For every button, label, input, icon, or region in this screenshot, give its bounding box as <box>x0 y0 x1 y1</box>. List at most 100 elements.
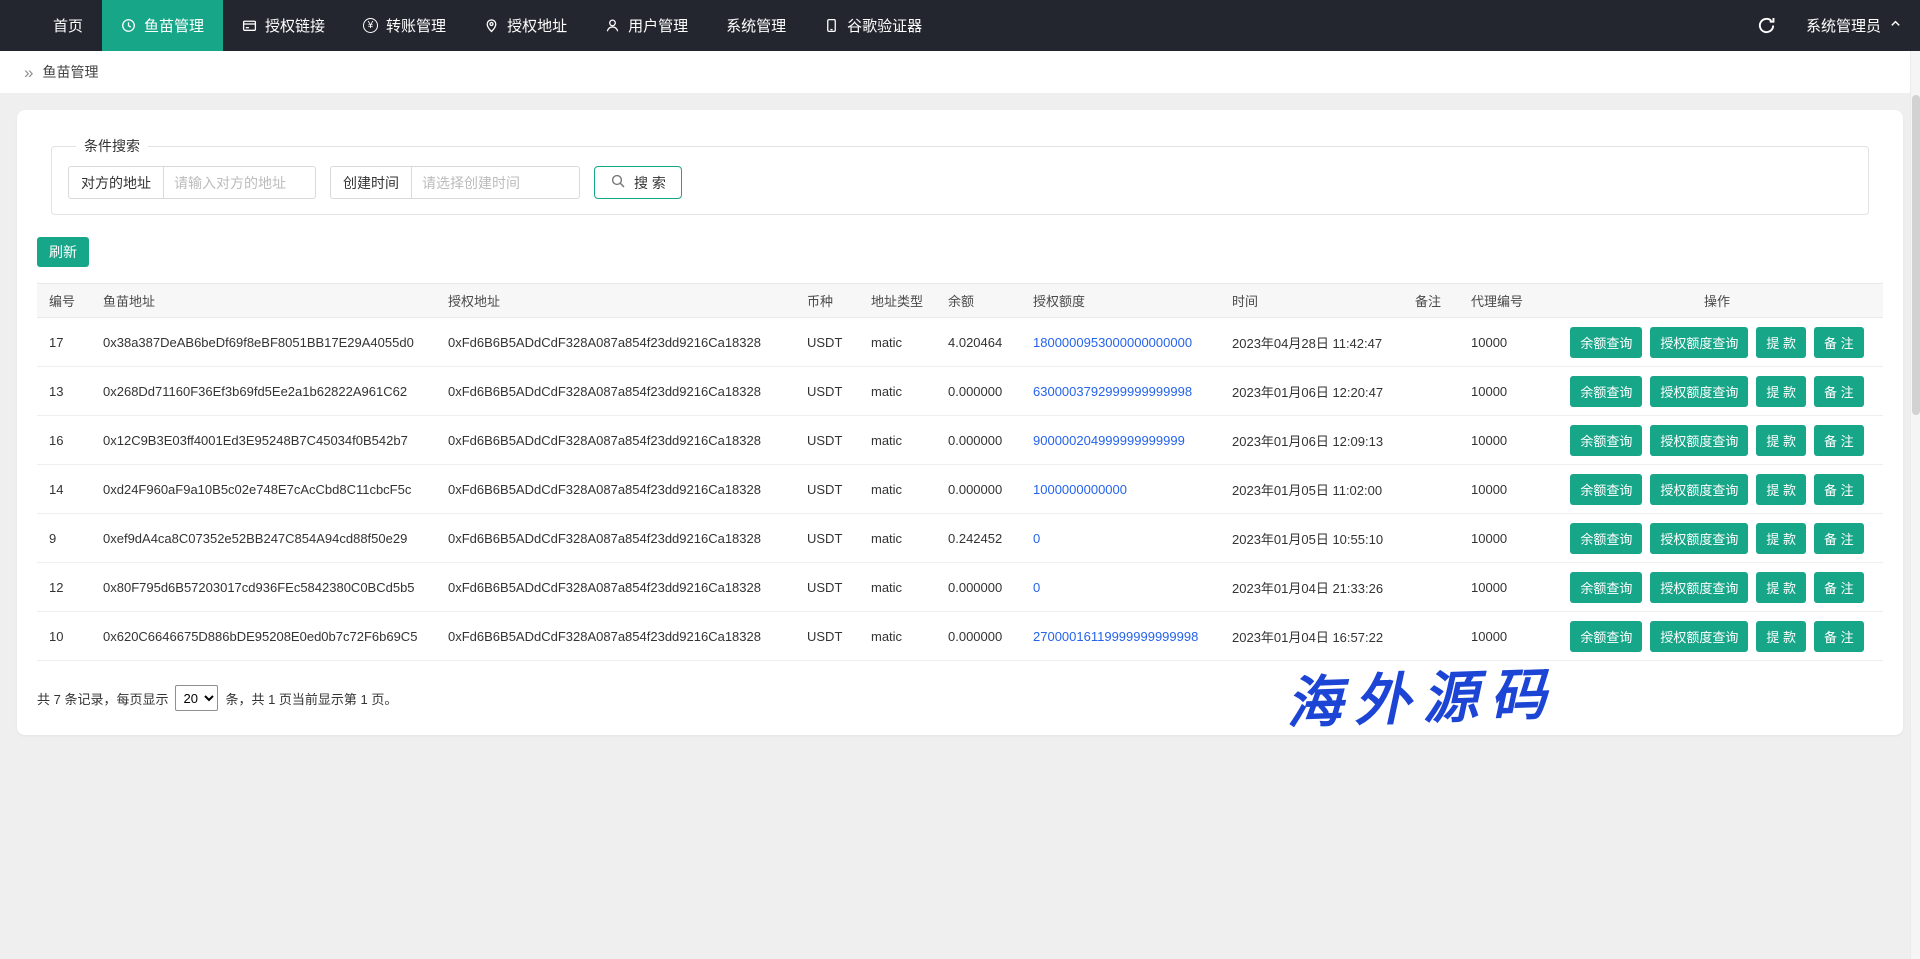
cell-agent_no: 10000 <box>1459 563 1551 612</box>
nav-item-label: 授权链接 <box>265 15 325 36</box>
cell-currency: USDT <box>795 367 859 416</box>
quota-link[interactable]: 0 <box>1033 580 1040 595</box>
nav-item-system-management[interactable]: 系统管理 <box>707 0 805 51</box>
withdraw-button[interactable]: 提 款 <box>1756 572 1806 603</box>
nav-item-auth-link[interactable]: 授权链接 <box>223 0 344 51</box>
quota-link[interactable]: 1800000953000000000000 <box>1033 335 1192 350</box>
quota-query-button[interactable]: 授权额度查询 <box>1650 572 1748 603</box>
balance-query-button[interactable]: 余额查询 <box>1570 327 1642 358</box>
withdraw-button[interactable]: 提 款 <box>1756 621 1806 652</box>
cell-auth_address: 0xFd6B6B5ADdCdF328A087a854f23dd9216Ca183… <box>436 465 795 514</box>
cell-currency: USDT <box>795 514 859 563</box>
cell-auth_address: 0xFd6B6B5ADdCdF328A087a854f23dd9216Ca183… <box>436 612 795 661</box>
table-row: 170x38a387DeAB6beDf69f8eBF8051BB17E29A40… <box>37 318 1883 367</box>
create-time-input[interactable] <box>412 166 580 199</box>
quota-link[interactable]: 1000000000000 <box>1033 482 1127 497</box>
remark-button[interactable]: 备 注 <box>1814 621 1864 652</box>
nav-item-user-management[interactable]: 用户管理 <box>586 0 707 51</box>
remark-button[interactable]: 备 注 <box>1814 572 1864 603</box>
cell-addr_type: matic <box>859 514 936 563</box>
cell-auth_address: 0xFd6B6B5ADdCdF328A087a854f23dd9216Ca183… <box>436 318 795 367</box>
cell-address: 0x80F795d6B57203017cd936FEc5842380C0BCd5… <box>91 563 436 612</box>
search-icon <box>610 173 626 192</box>
remark-button[interactable]: 备 注 <box>1814 425 1864 456</box>
cell-balance: 0.000000 <box>936 612 1021 661</box>
table-row: 140xd24F960aF9a10B5c02e748E7cAcCbd8C11cb… <box>37 465 1883 514</box>
cell-id: 12 <box>37 563 91 612</box>
page-size-select[interactable]: 20 <box>175 685 218 711</box>
quota-link[interactable]: 6300003792999999999998 <box>1033 384 1192 399</box>
quota-link[interactable]: 900000204999999999999 <box>1033 433 1185 448</box>
navbar-right: 系统管理员 <box>1757 0 1902 51</box>
nav-item-home[interactable]: 首页 <box>34 0 102 51</box>
remark-button[interactable]: 备 注 <box>1814 327 1864 358</box>
cell-address: 0x620C6646675D886bDE95208E0ed0b7c72F6b69… <box>91 612 436 661</box>
balance-query-button[interactable]: 余额查询 <box>1570 474 1642 505</box>
balance-query-button[interactable]: 余额查询 <box>1570 376 1642 407</box>
cell-address: 0x268Dd71160F36Ef3b69fd5Ee2a1b62822A961C… <box>91 367 436 416</box>
search-button[interactable]: 搜 索 <box>594 166 682 199</box>
nav-item-label: 授权地址 <box>507 15 567 36</box>
remark-button[interactable]: 备 注 <box>1814 474 1864 505</box>
quota-query-button[interactable]: 授权额度查询 <box>1650 376 1748 407</box>
remark-button[interactable]: 备 注 <box>1814 376 1864 407</box>
cell-agent_no: 10000 <box>1459 416 1551 465</box>
cell-id: 17 <box>37 318 91 367</box>
cell-quota: 6300003792999999999998 <box>1021 367 1220 416</box>
address-label: 对方的地址 <box>68 166 164 199</box>
balance-query-button[interactable]: 余额查询 <box>1570 425 1642 456</box>
cell-balance: 0.000000 <box>936 416 1021 465</box>
cell-balance: 0.000000 <box>936 465 1021 514</box>
balance-query-button[interactable]: 余额查询 <box>1570 621 1642 652</box>
nav-menu: 首页 鱼苗管理 授权链接 ¥ 转账管理 授权地址 <box>34 0 941 51</box>
scrollbar-track <box>1910 51 1920 959</box>
page-content: 条件搜索 对方的地址 创建时间 搜 索 刷新 <box>0 93 1920 752</box>
cell-auth_address: 0xFd6B6B5ADdCdF328A087a854f23dd9216Ca183… <box>436 563 795 612</box>
refresh-icon[interactable] <box>1757 16 1776 35</box>
quota-query-button[interactable]: 授权额度查询 <box>1650 327 1748 358</box>
cell-actions: 余额查询授权额度查询提 款备 注 <box>1551 318 1883 367</box>
cell-quota: 0 <box>1021 514 1220 563</box>
nav-item-auth-address[interactable]: 授权地址 <box>465 0 586 51</box>
header-agent-no: 代理编号 <box>1459 284 1551 318</box>
balance-query-button[interactable]: 余额查询 <box>1570 523 1642 554</box>
cell-id: 14 <box>37 465 91 514</box>
quota-link[interactable]: 0 <box>1033 531 1040 546</box>
nav-item-fry-management[interactable]: 鱼苗管理 <box>102 0 223 51</box>
user-name: 系统管理员 <box>1806 15 1881 36</box>
withdraw-button[interactable]: 提 款 <box>1756 376 1806 407</box>
cell-address: 0x38a387DeAB6beDf69f8eBF8051BB17E29A4055… <box>91 318 436 367</box>
quota-query-button[interactable]: 授权额度查询 <box>1650 425 1748 456</box>
withdraw-button[interactable]: 提 款 <box>1756 327 1806 358</box>
nav-item-transfer-management[interactable]: ¥ 转账管理 <box>344 0 465 51</box>
remark-button[interactable]: 备 注 <box>1814 523 1864 554</box>
cell-agent_no: 10000 <box>1459 465 1551 514</box>
cell-time: 2023年01月05日 11:02:00 <box>1220 465 1403 514</box>
withdraw-button[interactable]: 提 款 <box>1756 474 1806 505</box>
user-menu[interactable]: 系统管理员 <box>1806 15 1902 36</box>
cell-addr_type: matic <box>859 563 936 612</box>
quota-query-button[interactable]: 授权额度查询 <box>1650 621 1748 652</box>
cell-auth_address: 0xFd6B6B5ADdCdF328A087a854f23dd9216Ca183… <box>436 514 795 563</box>
search-row: 对方的地址 创建时间 搜 索 <box>68 166 1852 199</box>
quota-query-button[interactable]: 授权额度查询 <box>1650 523 1748 554</box>
withdraw-button[interactable]: 提 款 <box>1756 425 1806 456</box>
quota-link[interactable]: 27000016119999999999998 <box>1033 629 1198 644</box>
nav-item-google-authenticator[interactable]: 谷歌验证器 <box>805 0 941 51</box>
cell-remark <box>1403 563 1459 612</box>
top-navbar: 首页 鱼苗管理 授权链接 ¥ 转账管理 授权地址 <box>0 0 1920 51</box>
cell-addr_type: matic <box>859 612 936 661</box>
cell-quota: 900000204999999999999 <box>1021 416 1220 465</box>
table-row: 100x620C6646675D886bDE95208E0ed0b7c72F6b… <box>37 612 1883 661</box>
create-time-input-group: 创建时间 <box>330 166 580 199</box>
pagination-text-before: 共 7 条记录，每页显示 <box>37 689 168 708</box>
address-input[interactable] <box>164 166 316 199</box>
refresh-button[interactable]: 刷新 <box>37 237 89 267</box>
withdraw-button[interactable]: 提 款 <box>1756 523 1806 554</box>
header-quota: 授权额度 <box>1021 284 1220 318</box>
scrollbar-thumb[interactable] <box>1912 95 1920 415</box>
quota-query-button[interactable]: 授权额度查询 <box>1650 474 1748 505</box>
nav-item-label: 首页 <box>53 15 83 36</box>
cell-remark <box>1403 514 1459 563</box>
balance-query-button[interactable]: 余额查询 <box>1570 572 1642 603</box>
